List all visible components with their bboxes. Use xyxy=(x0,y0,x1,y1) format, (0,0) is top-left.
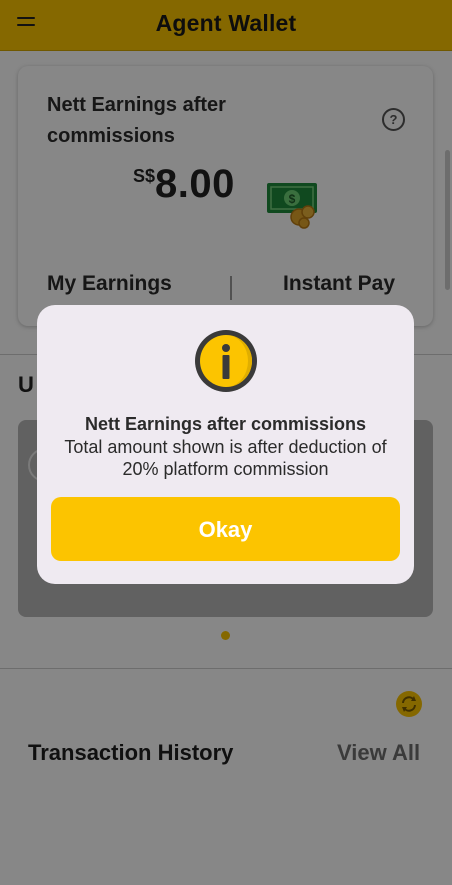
info-dialog: Nett Earnings after commissions Total am… xyxy=(37,305,414,584)
dialog-message: Total amount shown is after deduction of… xyxy=(64,437,387,479)
dialog-title: Nett Earnings after commissions xyxy=(84,414,367,434)
info-icon xyxy=(195,330,257,392)
okay-button[interactable]: Okay xyxy=(51,497,400,561)
